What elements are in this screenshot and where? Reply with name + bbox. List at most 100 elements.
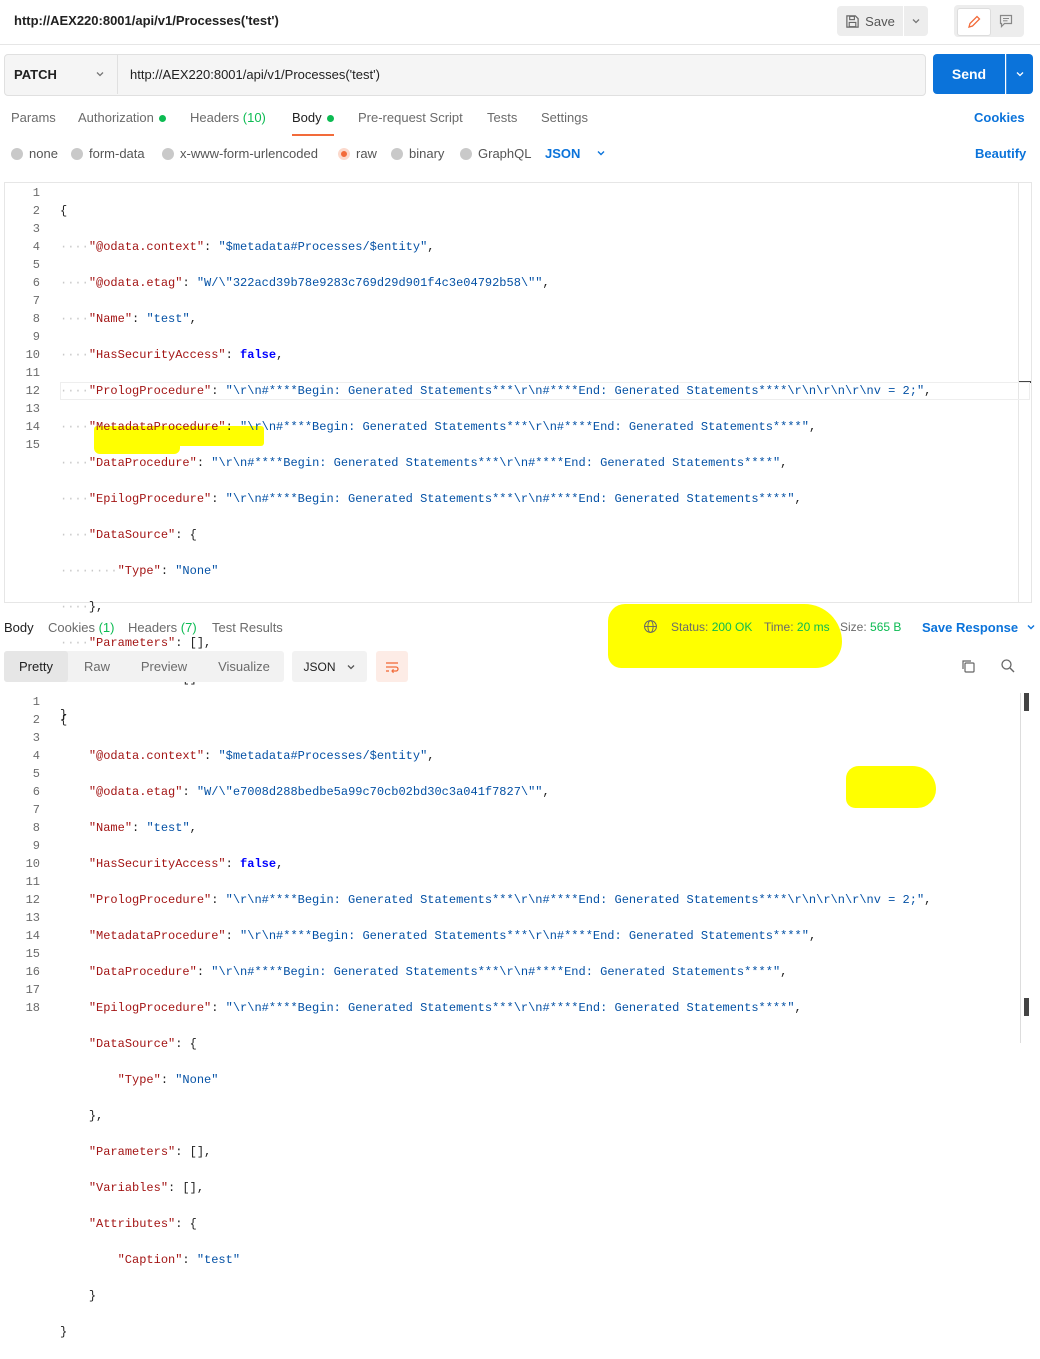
line-number: 4 (32, 749, 40, 763)
wrap-icon (386, 661, 399, 673)
response-size[interactable]: Size: 565 B (840, 620, 901, 634)
tab-tests[interactable]: Tests (487, 110, 517, 134)
request-name[interactable]: http://AEX220:8001/api/v1/Processes('tes… (14, 13, 279, 28)
line-number: 14 (25, 929, 40, 943)
radio-urlencoded-label: x-www-form-urlencoded (180, 146, 318, 161)
radio-graphql[interactable]: GraphQL (460, 146, 531, 161)
code-line: "MetadataProcedure": "\r\n#****Begin: Ge… (88, 929, 817, 943)
response-format-select[interactable]: JSON (292, 651, 367, 682)
save-label: Save (865, 13, 895, 29)
line-number: 3 (32, 731, 40, 745)
code-line: "@odata.context": "$metadata#Processes/$… (88, 749, 435, 763)
radio-form-data-label: form-data (89, 146, 145, 161)
tab-settings[interactable]: Settings (541, 110, 588, 134)
radio-binary-label: binary (409, 146, 445, 161)
tab-headers-label: Headers (190, 110, 240, 125)
send-options-button[interactable] (1006, 54, 1033, 94)
body-format-select[interactable]: JSON (545, 146, 606, 161)
view-raw-button[interactable]: Raw (70, 651, 124, 682)
response-tab-cookies-count: (1) (98, 620, 115, 635)
scrollbar-marker (1024, 693, 1029, 711)
save-options-button[interactable] (904, 6, 928, 36)
response-tab-headers[interactable]: Headers (7) (128, 620, 197, 635)
tab-headers[interactable]: Headers (10) (190, 110, 266, 134)
beautify-button[interactable]: Beautify (975, 146, 1026, 161)
url-input[interactable] (119, 55, 919, 93)
line-number: 6 (32, 276, 40, 290)
code-line: "Parameters": [], (88, 1145, 212, 1159)
line-number: 2 (32, 713, 40, 727)
code-line: ····"@odata.context": "$metadata#Process… (60, 240, 435, 254)
wrap-lines-button[interactable] (376, 651, 408, 682)
code-line: "@odata.etag": "W/\"e7008d288bedbe5a99c7… (88, 785, 550, 799)
tab-params[interactable]: Params (11, 110, 56, 134)
line-number: 8 (32, 821, 40, 835)
radio-graphql-label: GraphQL (478, 146, 532, 161)
scrollbar-marker (1024, 998, 1029, 1016)
line-number: 11 (25, 366, 40, 380)
response-code[interactable]: { "@odata.context": "$metadata#Processes… (60, 693, 931, 1359)
tab-headers-count: (10) (242, 110, 266, 125)
time-value: 20 ms (796, 620, 830, 634)
comments-button[interactable] (991, 8, 1021, 34)
radio-none[interactable]: none (11, 146, 58, 161)
code-line: { (60, 713, 68, 727)
view-visualize-button[interactable]: Visualize (204, 651, 284, 682)
network-globe-icon[interactable] (643, 619, 658, 639)
response-status[interactable]: Status: 200 OK (671, 620, 752, 634)
code-line: ····"@odata.etag": "W/\"322acd39b78e9283… (60, 276, 550, 290)
response-time[interactable]: Time: 20 ms (764, 620, 830, 634)
line-number: 13 (25, 911, 40, 925)
code-line: "DataSource": { (88, 1037, 197, 1051)
chevron-down-icon (597, 151, 605, 156)
edit-mode-button[interactable] (957, 8, 991, 36)
tab-body[interactable]: Body (292, 110, 334, 136)
radio-urlencoded[interactable]: x-www-form-urlencoded (162, 146, 318, 161)
search-icon[interactable] (1000, 658, 1016, 679)
line-number: 1 (32, 695, 40, 709)
line-number: 7 (32, 803, 40, 817)
radio-none-label: none (29, 146, 58, 161)
view-preview-button[interactable]: Preview (128, 651, 200, 682)
response-tab-cookies-label: Cookies (48, 620, 95, 635)
code-line: ····"HasSecurityAccess": false, (60, 348, 284, 362)
size-value: 565 B (870, 620, 902, 634)
http-method-select[interactable]: PATCH (4, 54, 118, 94)
response-tab-cookies[interactable]: Cookies (1) (48, 620, 114, 635)
response-tab-test-results[interactable]: Test Results (212, 620, 283, 635)
chevron-down-icon (912, 19, 920, 24)
response-tab-body[interactable]: Body (4, 620, 34, 635)
code-line: "DataProcedure": "\r\n#****Begin: Genera… (88, 965, 788, 979)
line-number: 13 (25, 402, 40, 416)
line-number: 4 (32, 240, 40, 254)
active-indicator-dot (158, 115, 166, 123)
view-pretty-button[interactable]: Pretty (4, 651, 68, 682)
body-format-label: JSON (545, 146, 581, 161)
send-button[interactable]: Send (933, 54, 1005, 94)
tab-prerequest-script[interactable]: Pre-request Script (358, 110, 463, 134)
save-response-button[interactable]: Save Response (922, 620, 1036, 635)
response-format-label: JSON (303, 659, 336, 674)
line-number: 17 (25, 983, 40, 997)
radio-binary[interactable]: binary (391, 146, 444, 161)
line-number: 2 (32, 204, 40, 218)
copy-icon[interactable] (960, 658, 976, 679)
http-method: PATCH (14, 66, 57, 82)
line-number: 16 (25, 965, 40, 979)
code-line: } (88, 1289, 97, 1303)
line-number: 12 (25, 384, 40, 398)
code-line: ····"DataSource": { (60, 528, 197, 542)
radio-form-data[interactable]: form-data (71, 146, 145, 161)
size-label: Size: (840, 620, 867, 634)
response-scrollbar-track[interactable] (1020, 693, 1021, 1043)
tab-authorization[interactable]: Authorization (78, 110, 166, 134)
save-button[interactable]: Save (837, 6, 903, 36)
radio-raw[interactable]: raw (338, 146, 377, 161)
code-line: ····"Name": "test", (60, 312, 197, 326)
line-number: 8 (32, 312, 40, 326)
save-icon (846, 14, 859, 28)
code-line: ····"PrologProcedure": "\r\n#****Begin: … (60, 384, 932, 398)
chevron-down-icon (1016, 72, 1024, 77)
radio-dot (162, 147, 174, 160)
cookies-link[interactable]: Cookies (974, 110, 1025, 125)
